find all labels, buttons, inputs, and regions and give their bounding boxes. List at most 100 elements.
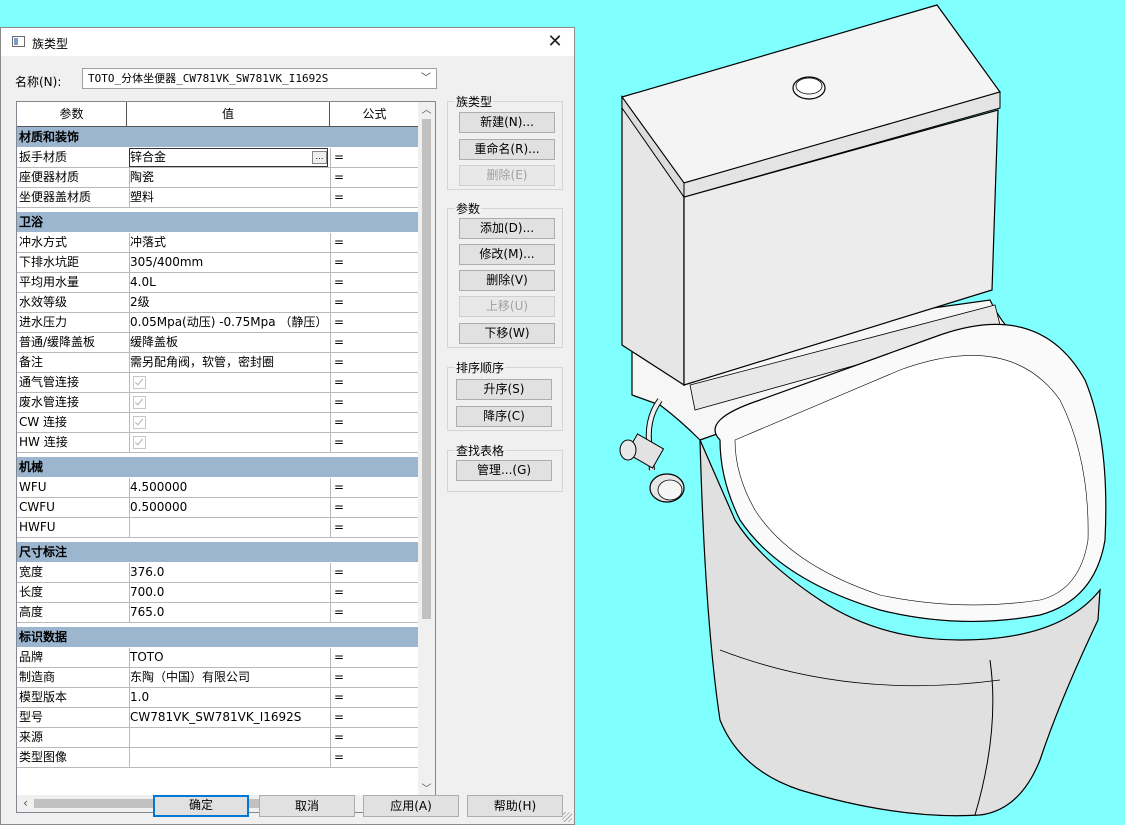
table-row[interactable]: 品牌 TOTO = [17,648,419,668]
param-value[interactable] [129,433,328,452]
checkbox-checked-icon[interactable] [133,436,146,449]
param-value[interactable]: TOTO [129,648,328,667]
param-value[interactable]: 376.0 [129,563,328,582]
scroll-up-icon[interactable]: ︿ [418,102,435,119]
column-header-value[interactable]: 值 [127,102,330,126]
delete-parameter-button[interactable]: 删除(V) [459,270,555,291]
column-header-formula[interactable]: 公式 [330,102,419,126]
param-formula[interactable]: = [330,688,423,707]
param-formula[interactable]: = [330,648,423,667]
param-value[interactable]: CW781VK_SW781VK_I1692S [129,708,328,727]
param-formula[interactable]: = [330,148,423,167]
close-icon[interactable]: ✕ [544,31,566,53]
table-row[interactable]: HW 连接 = [17,433,419,453]
move-down-button[interactable]: 下移(W) [459,323,555,344]
table-row[interactable]: 水效等级 2级 = [17,293,419,313]
param-formula[interactable]: = [330,293,423,312]
table-row[interactable]: 通气管连接 = [17,373,419,393]
param-value[interactable]: 4.0L [129,273,328,292]
ellipsis-icon[interactable]: … [312,151,327,164]
group-header[interactable]: 材质和装饰 [17,127,419,148]
param-value[interactable]: 需另配角阀，软管，密封圈 [129,353,328,372]
param-formula[interactable]: = [330,518,423,537]
cancel-button[interactable]: 取消 [259,795,355,817]
type-name-select[interactable]: TOTO_分体坐便器_CW781VK_SW781VK_I1692S ﹀ [82,68,437,89]
table-row[interactable]: 模型版本 1.0 = [17,688,419,708]
param-formula[interactable]: = [330,253,423,272]
param-value[interactable] [129,728,328,747]
param-formula[interactable]: = [330,478,423,497]
param-value[interactable]: 1.0 [129,688,328,707]
table-row[interactable]: 扳手材质 锌合金… = [17,148,419,168]
table-row[interactable]: 宽度 376.0 = [17,563,419,583]
apply-button[interactable]: 应用(A) [363,795,459,817]
param-value[interactable]: 陶瓷 [129,168,328,187]
table-row[interactable]: 高度 765.0 = [17,603,419,623]
checkbox-checked-icon[interactable] [133,376,146,389]
table-row[interactable]: CW 连接 = [17,413,419,433]
vertical-scroll-thumb[interactable] [422,119,431,619]
chevron-down-icon[interactable]: ﹀ [421,69,431,88]
resize-grip-icon[interactable] [562,812,572,822]
vertical-scrollbar[interactable]: ︿ ﹀ [418,102,435,798]
param-value[interactable]: 305/400mm [129,253,328,272]
param-value[interactable]: 东陶（中国）有限公司 [129,668,328,687]
param-formula[interactable]: = [330,668,423,687]
table-row[interactable]: 下排水坑距 305/400mm = [17,253,419,273]
param-formula[interactable]: = [330,413,423,432]
manage-lookup-button[interactable]: 管理...(G) [456,460,552,481]
param-value[interactable]: 2级 [129,293,328,312]
table-row[interactable]: 型号 CW781VK_SW781VK_I1692S = [17,708,419,728]
sort-descending-button[interactable]: 降序(C) [456,406,552,427]
table-row[interactable]: 普通/缓降盖板 缓降盖板 = [17,333,419,353]
table-row[interactable]: WFU 4.500000 = [17,478,419,498]
checkbox-checked-icon[interactable] [133,396,146,409]
param-formula[interactable]: = [330,373,423,392]
rename-type-button[interactable]: 重命名(R)... [459,139,555,160]
param-formula[interactable]: = [330,233,423,252]
param-formula[interactable]: = [330,168,423,187]
delete-type-button[interactable]: 删除(E) [459,165,555,186]
group-header[interactable]: 卫浴 [17,212,419,233]
move-up-button[interactable]: 上移(U) [459,296,555,317]
group-header[interactable]: 机械 [17,457,419,478]
param-value[interactable] [129,393,328,412]
help-button[interactable]: 帮助(H) [467,795,563,817]
param-formula[interactable]: = [330,498,423,517]
param-value[interactable]: 0.05Mpa(动压) -0.75Mpa （静压） [129,313,328,332]
table-row[interactable]: 废水管连接 = [17,393,419,413]
dialog-titlebar[interactable]: 族类型 ✕ [1,28,574,56]
table-row[interactable]: CWFU 0.500000 = [17,498,419,518]
table-row[interactable]: 备注 需另配角阀，软管，密封圈 = [17,353,419,373]
param-value[interactable]: 0.500000 [129,498,328,517]
param-value[interactable]: 765.0 [129,603,328,622]
add-parameter-button[interactable]: 添加(D)... [459,218,555,239]
column-header-parameter[interactable]: 参数 [17,102,127,126]
table-row[interactable]: 座便器材质 陶瓷 = [17,168,419,188]
param-formula[interactable]: = [330,188,423,207]
param-formula[interactable]: = [330,563,423,582]
param-formula[interactable]: = [330,353,423,372]
param-formula[interactable]: = [330,273,423,292]
param-formula[interactable]: = [330,603,423,622]
param-value[interactable] [129,413,328,432]
checkbox-checked-icon[interactable] [133,416,146,429]
param-value[interactable] [129,373,328,392]
modify-parameter-button[interactable]: 修改(M)... [459,244,555,265]
param-formula[interactable]: = [330,748,423,767]
param-value[interactable]: 锌合金… [129,148,328,167]
param-value[interactable]: 塑料 [129,188,328,207]
param-formula[interactable]: = [330,333,423,352]
param-formula[interactable]: = [330,583,423,602]
table-row[interactable]: 长度 700.0 = [17,583,419,603]
param-value[interactable]: 700.0 [129,583,328,602]
param-value[interactable] [129,518,328,537]
group-header[interactable]: 尺寸标注 [17,542,419,563]
table-row[interactable]: 坐便器盖材质 塑料 = [17,188,419,208]
param-value[interactable]: 缓降盖板 [129,333,328,352]
param-formula[interactable]: = [330,313,423,332]
ok-button[interactable]: 确定 [153,795,249,817]
scroll-left-icon[interactable]: ‹ [17,795,34,812]
group-header[interactable]: 标识数据 [17,627,419,648]
param-formula[interactable]: = [330,433,423,452]
